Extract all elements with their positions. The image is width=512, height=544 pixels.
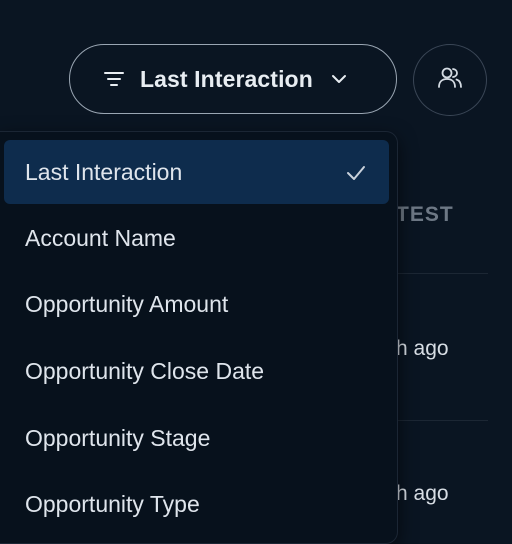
sort-panel: TEST h ago h ago Last Interaction Last I… bbox=[0, 0, 512, 544]
sort-option-opportunity-type[interactable]: Opportunity Type bbox=[4, 472, 389, 536]
sort-option-opportunity-close-date[interactable]: Opportunity Close Date bbox=[4, 339, 389, 403]
table-cell-last-interaction: h ago bbox=[396, 337, 449, 360]
sort-by-label: Last Interaction bbox=[140, 65, 313, 92]
sort-option-label: Last Interaction bbox=[25, 158, 183, 185]
sort-option-label: Opportunity Amount bbox=[25, 290, 229, 317]
users-icon bbox=[436, 64, 464, 97]
check-icon bbox=[345, 162, 367, 184]
sort-options-dropdown: Last Interaction Account Name Opportunit… bbox=[0, 131, 398, 544]
sort-by-button[interactable]: Last Interaction bbox=[69, 44, 397, 114]
sort-option-last-interaction[interactable]: Last Interaction bbox=[4, 140, 389, 204]
sort-option-label: Opportunity Close Date bbox=[25, 357, 265, 384]
filter-lines-icon bbox=[102, 67, 126, 91]
sort-option-label: Opportunity Stage bbox=[25, 424, 211, 451]
people-filter-button[interactable] bbox=[413, 44, 487, 116]
sort-option-opportunity-amount[interactable]: Opportunity Amount bbox=[4, 272, 389, 336]
sort-option-opportunity-stage[interactable]: Opportunity Stage bbox=[4, 406, 389, 470]
column-header-latest: TEST bbox=[396, 203, 454, 226]
row-divider bbox=[396, 273, 488, 274]
table-cell-last-interaction: h ago bbox=[396, 482, 449, 505]
chevron-down-icon bbox=[329, 69, 349, 89]
sort-option-label: Account Name bbox=[25, 224, 176, 251]
row-divider bbox=[396, 420, 488, 421]
sort-option-label: Opportunity Type bbox=[25, 490, 200, 517]
sort-option-account-name[interactable]: Account Name bbox=[4, 206, 389, 270]
